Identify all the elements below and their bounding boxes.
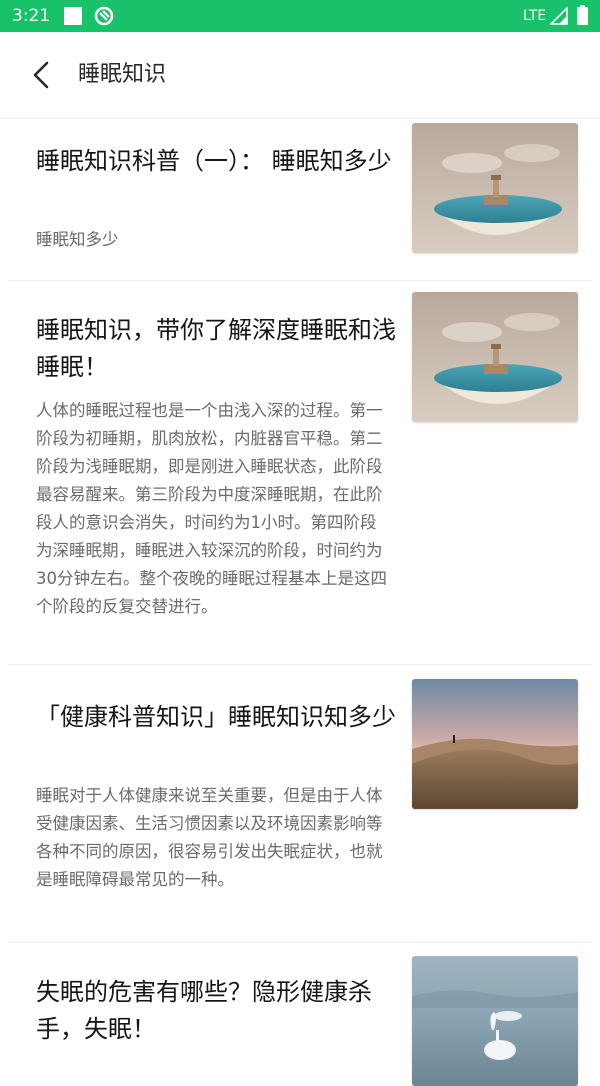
network-type: LTE <box>523 8 547 24</box>
article-summary: 睡眠知多少 <box>36 230 119 249</box>
article-item[interactable]: 睡眠知识，带你了解深度睡眠和浅睡眠！ 人体的睡眠过程也是一个由浅入深的过程。第一… <box>8 281 592 665</box>
article-summary: 睡眠对于人体健康来说至关重要，但是由于人体受健康因素、生活习惯因素以及环境因素影… <box>36 786 383 889</box>
chevron-left-icon[interactable] <box>26 59 60 93</box>
app-notification-icon <box>94 6 114 26</box>
square-icon <box>64 7 82 25</box>
article-summary: 人体的睡眠过程也是一个由浅入深的过程。第一阶段为初睡期，肌肉放松，内脏器官平稳。… <box>36 401 387 616</box>
lighthouse-in-bowl-image <box>412 292 578 422</box>
status-bar: 3:21 LTE <box>0 0 600 32</box>
article-item[interactable]: 失眠的危害有哪些？隐形健康杀手，失眠！ <box>8 943 592 1086</box>
signal-icon <box>550 7 568 25</box>
battery-icon <box>577 5 588 25</box>
status-time: 3:21 <box>12 6 51 26</box>
lighthouse-in-bowl-image <box>412 123 578 253</box>
app-header: 睡眠知识 <box>0 32 600 119</box>
desert-dunes-image <box>412 679 578 809</box>
page-title: 睡眠知识 <box>78 62 167 87</box>
article-title: 失眠的危害有哪些？隐形健康杀手，失眠！ <box>36 978 372 1043</box>
article-list: 睡眠知识科普（一）： 睡眠知多少 睡眠知多少 睡眠知识，带你了解深度睡眠和浅睡眠… <box>0 118 600 1086</box>
article-title: 「健康科普知识」睡眠知识知多少 <box>36 703 396 731</box>
article-item[interactable]: 睡眠知识科普（一）： 睡眠知多少 睡眠知多少 <box>8 118 592 281</box>
article-title: 睡眠知识，带你了解深度睡眠和浅睡眠！ <box>36 316 396 381</box>
article-item[interactable]: 「健康科普知识」睡眠知识知多少 睡眠对于人体健康来说至关重要，但是由于人体受健康… <box>8 665 592 943</box>
article-title: 睡眠知识科普（一）： 睡眠知多少 <box>36 147 392 175</box>
